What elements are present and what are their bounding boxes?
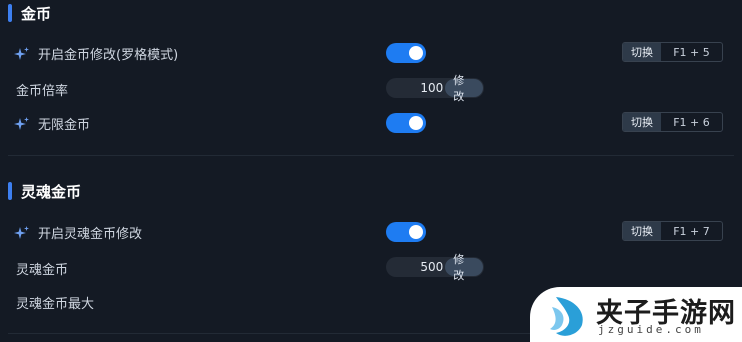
row-label-wrap: 开启灵魂金币修改: [14, 223, 142, 242]
toggle-switch[interactable]: [386, 222, 426, 242]
modify-button[interactable]: 修改: [445, 253, 483, 282]
sparkle-icon: [14, 225, 29, 239]
hotkey-box: 切换 F1 + 7: [622, 221, 723, 241]
row-label-wrap: 无限金币: [14, 114, 90, 133]
sparkle-icon: [14, 46, 29, 60]
section-title-gold: 金币: [8, 2, 51, 24]
toggle-switch[interactable]: [386, 113, 426, 133]
section-accent-bar: [8, 4, 12, 22]
hotkey-keys: F1 + 6: [673, 115, 710, 129]
section-title-soul-gold: 灵魂金币: [8, 180, 81, 202]
hotkey-switch-button[interactable]: 切换: [623, 43, 661, 61]
hotkey-keys: F1 + 7: [673, 224, 710, 238]
row-soul-gold: 灵魂金币 500 修改: [0, 253, 742, 282]
section-title-text: 金币: [21, 4, 52, 23]
row-label: 开启灵魂金币修改: [38, 227, 143, 242]
toggle-knob: [409, 46, 423, 60]
row-label-wrap: 开启金币修改(罗格模式): [14, 44, 178, 63]
section-divider: [8, 155, 734, 156]
toggle-switch[interactable]: [386, 43, 426, 63]
toggle-knob: [409, 225, 423, 239]
row-label: 灵魂金币: [16, 263, 69, 278]
section-title-text: 灵魂金币: [21, 182, 82, 201]
row-infinite-gold: 无限金币 切换 F1 + 6: [0, 111, 742, 135]
watermark-badge: 夹子手游网 jzguide.com: [530, 287, 742, 342]
hotkey-switch-button[interactable]: 切换: [623, 222, 661, 240]
site-logo-icon: [550, 297, 583, 336]
hotkey-box: 切换 F1 + 5: [622, 42, 723, 62]
row-label: 无限金币: [38, 118, 91, 133]
row-label: 灵魂金币最大: [16, 297, 95, 312]
value-input[interactable]: 100: [386, 81, 445, 95]
hotkey-switch-button[interactable]: 切换: [623, 113, 661, 131]
sparkle-icon: [14, 116, 29, 130]
value-stepper: 500 修改: [386, 253, 484, 282]
value-stepper: 100 修改: [386, 74, 484, 103]
toggle-knob: [409, 116, 423, 130]
hotkey-box: 切换 F1 + 6: [622, 112, 723, 132]
row-enable-gold-mod: 开启金币修改(罗格模式) 切换 F1 + 5: [0, 41, 742, 65]
row-label: 金币倍率: [16, 84, 69, 99]
row-gold-multiplier: 金币倍率 100 修改: [0, 74, 742, 103]
row-label: 开启金币修改(罗格模式): [38, 48, 179, 63]
hotkey-keys: F1 + 5: [673, 45, 710, 59]
value-input[interactable]: 500: [386, 260, 445, 274]
modify-button[interactable]: 修改: [445, 74, 483, 103]
watermark-subtitle: jzguide.com: [598, 323, 704, 336]
section-accent-bar: [8, 182, 12, 200]
row-enable-soul-gold-mod: 开启灵魂金币修改 切换 F1 + 7: [0, 220, 742, 244]
